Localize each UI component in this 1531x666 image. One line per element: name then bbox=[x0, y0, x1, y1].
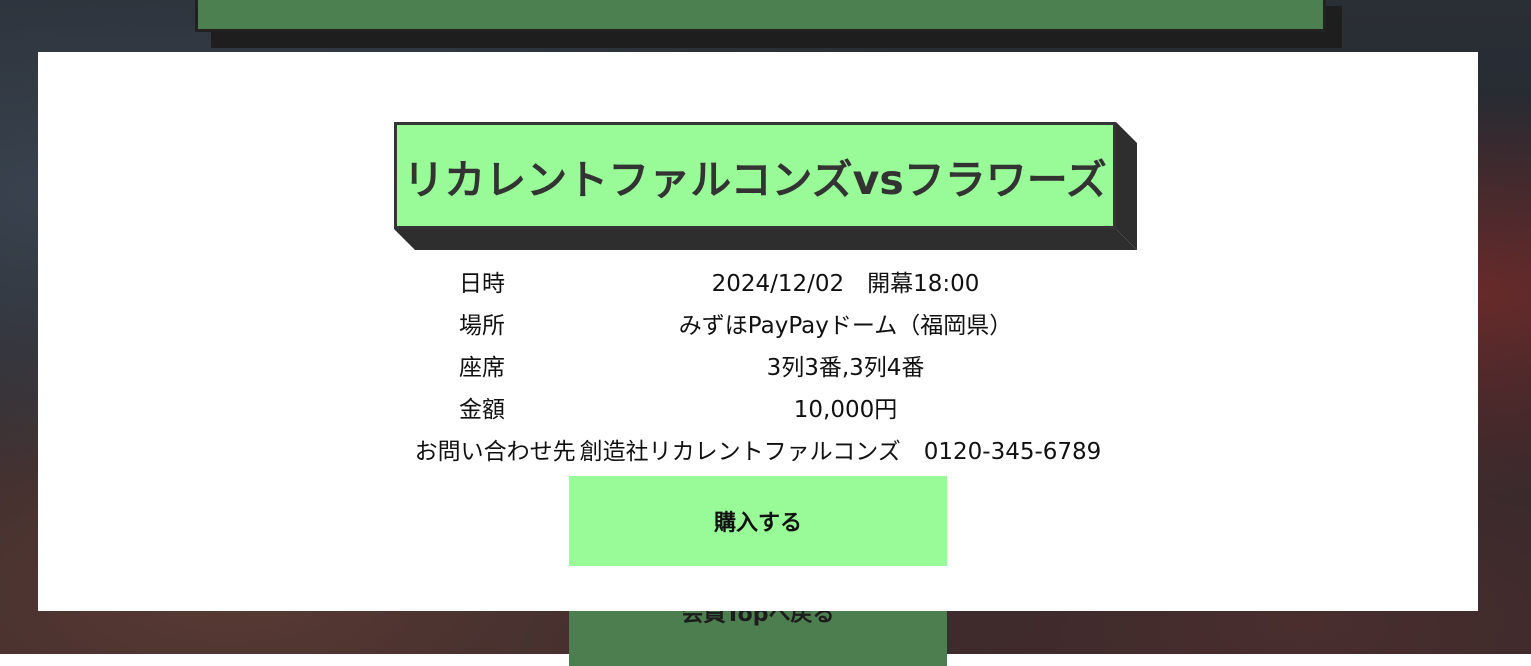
contact-label: お問い合わせ先 bbox=[414, 439, 576, 465]
contact-value: 創造社リカレントファルコンズ 0120-345-6789 bbox=[579, 439, 1102, 465]
detail-value: みずほPayPayドーム（福岡県） bbox=[678, 313, 1013, 339]
detail-row-venue: 場所 みずほPayPayドーム（福岡県） bbox=[398, 305, 1118, 347]
background-header-box bbox=[195, 0, 1326, 32]
detail-label: 日時 bbox=[459, 271, 505, 297]
detail-value: 10,000円 bbox=[793, 397, 898, 423]
detail-row-datetime: 日時 2024/12/02 開幕18:00 bbox=[398, 263, 1118, 305]
ticket-details: 日時 2024/12/02 開幕18:00 場所 みずほPayPayドーム（福岡… bbox=[398, 263, 1118, 473]
detail-label: 金額 bbox=[459, 397, 505, 423]
detail-row-seats: 座席 3列3番,3列4番 bbox=[398, 347, 1118, 389]
contact-info: お問い合わせ先 創造社リカレントファルコンズ 0120-345-6789 bbox=[398, 431, 1118, 473]
detail-value: 2024/12/02 開幕18:00 bbox=[711, 271, 980, 297]
event-title: リカレントファルコンズvsフラワーズ bbox=[403, 155, 1107, 204]
detail-value: 3列3番,3列4番 bbox=[766, 355, 925, 381]
ticket-confirm-modal: リカレントファルコンズvsフラワーズ 日時 2024/12/02 開幕18:00… bbox=[38, 52, 1478, 611]
purchase-button[interactable]: 購入する bbox=[569, 476, 947, 566]
event-title-box: リカレントファルコンズvsフラワーズ bbox=[394, 122, 1116, 229]
detail-label: 場所 bbox=[459, 313, 505, 339]
detail-row-price: 金額 10,000円 bbox=[398, 389, 1118, 431]
event-title-banner: リカレントファルコンズvsフラワーズ bbox=[394, 122, 1137, 250]
detail-label: 座席 bbox=[459, 355, 505, 381]
